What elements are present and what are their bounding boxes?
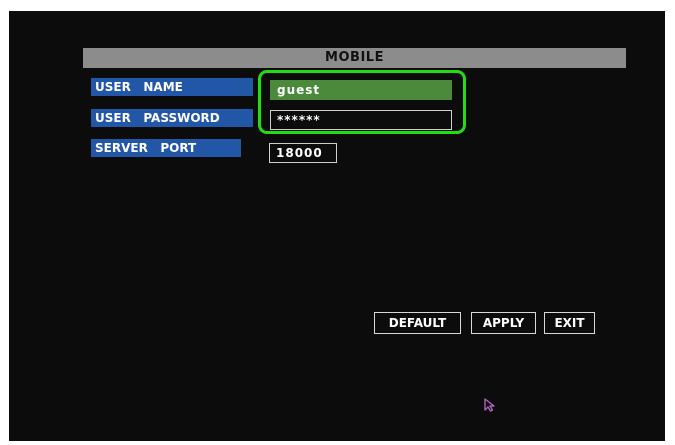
default-button[interactable]: DEFAULT: [374, 312, 461, 334]
apply-button[interactable]: APPLY: [471, 312, 536, 334]
user-name-label: USER NAME: [91, 78, 253, 96]
user-password-label: USER PASSWORD: [91, 109, 253, 127]
highlight-ring: [258, 70, 466, 134]
mouse-pointer-icon: [484, 398, 495, 412]
page-title: MOBILE: [83, 48, 626, 68]
exit-button[interactable]: EXIT: [544, 312, 595, 334]
server-port-label: SERVER PORT: [91, 139, 241, 157]
server-port-field[interactable]: 18000: [269, 143, 337, 163]
